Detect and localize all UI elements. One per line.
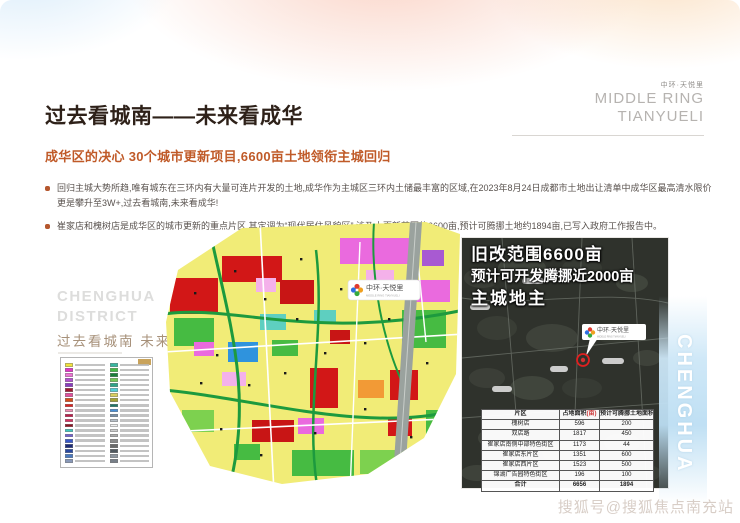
legend-row [110,444,150,448]
renewal-table: 片区占地面积(亩)预计可腾挪土地面积(亩)槐树店596200双店路1817450… [481,409,654,492]
legend-row [110,409,150,413]
headline-line3: 主城地主 [471,287,634,311]
legend-row [65,414,105,418]
legend-row [65,449,105,453]
headline-line1: 旧改范围6600亩 [471,243,634,267]
table-row: 双店路1817450 [482,430,654,440]
legend-row [110,373,150,377]
district-label-line2: DISTRICT [57,307,156,327]
legend-row [65,444,105,448]
brand-name-en-2: TIANYUELI [595,108,704,126]
headline-line2: 预计可开发腾挪近2000亩 [471,267,634,287]
table-row: 崔家店南侧中部特色街区117344 [482,440,654,450]
slide: 过去看城南——未来看成华 中环·天悦里 MIDDLE RING TIANYUEL… [0,0,740,523]
table-row: 崔家店东片区1351600 [482,450,654,460]
legend-row [110,363,150,367]
map-project-marker: 中环·天悦里 MIDDLE RING TIANYUELI [348,280,420,300]
legend-row [65,398,105,402]
brand-logo: 中环·天悦里 MIDDLE RING TIANYUELI [595,80,704,126]
legend-row [65,439,105,443]
legend-row [110,434,150,438]
legend-row [65,404,105,408]
district-label-line1: CHENGHUA [57,287,156,307]
legend-row [65,409,105,413]
legend-row [110,459,150,463]
legend-row [110,378,150,382]
bullet-marker-icon [45,224,50,229]
legend-row [110,449,150,453]
map-marker-sublabel: MIDDLE RING TIANYUELI [366,294,400,298]
bullet-marker-icon [45,186,50,191]
brand-name-en-1: MIDDLE RING [595,90,704,108]
district-label: CHENGHUA DISTRICT [57,287,156,326]
legend-columns [65,363,149,463]
legend-row [65,459,105,463]
satellite-marker-label: 中环·天悦里 [597,326,629,334]
legend-row [65,368,105,372]
legend-row [65,393,105,397]
table-row: 槐树店596200 [482,420,654,430]
legend-row [110,419,150,423]
table-header: 占地面积(亩) [560,410,600,420]
table-row: 合计66561894 [482,481,654,491]
legend-row [110,368,150,372]
satellite-panel: 中环·天悦里 MIDDLE RING TIANYUELI 旧改范围6600亩 预… [462,238,668,488]
bullet-text: 回归主城大势所趋,唯有城东在三环内有大量可连片开发的土地,成华作为主城区三环内土… [57,181,713,212]
legend-row [65,383,105,387]
legend-row [110,439,150,443]
table-row: 锦湖广告园特色街区196100 [482,471,654,481]
bullet-item: 回归主城大势所趋,唯有城东在三环内有大量可连片开发的土地,成华作为主城区三环内土… [45,181,713,212]
brand-name-cn: 中环·天悦里 [595,80,704,90]
table-row: 崔家店西片区1523500 [482,460,654,470]
legend-row [65,454,105,458]
legend-row [65,388,105,392]
satellite-headline: 旧改范围6600亩 预计可开发腾挪近2000亩 主城地主 [471,243,634,311]
table-header: 片区 [482,410,560,420]
legend-row [65,363,105,367]
legend-row [65,424,105,428]
legend-row [65,373,105,377]
legend-row [110,393,150,397]
legend-row [65,434,105,438]
zoning-map-parcels [164,222,464,492]
table-header: 预计可腾挪土地面积(亩) [600,410,654,420]
watermark: 搜狐号@搜狐焦点南充站 [558,496,734,517]
legend-row [65,429,105,433]
section-subtitle: 成华区的决心 30个城市更新项目,6600亩土地领衔主城回归 [45,146,391,165]
legend-row [110,414,150,418]
zoning-map: 中环·天悦里 MIDDLE RING TIANYUELI [164,222,464,492]
side-strip-label: CHENGHUA [672,334,695,474]
legend-row [65,419,105,423]
legend-row [110,454,150,458]
satellite-marker-sublabel: MIDDLE RING TIANYUELI [597,336,626,339]
legend-row [110,404,150,408]
header-divider [512,135,704,136]
legend-row [110,388,150,392]
legend-row [110,424,150,428]
legend-row [110,429,150,433]
legend-row [110,383,150,387]
legend-row [110,398,150,402]
map-legend [60,357,153,468]
legend-row [65,378,105,382]
page-title: 过去看城南——未来看成华 [45,100,303,130]
map-marker-label: 中环·天悦里 [366,283,403,292]
slogan-divider [58,352,122,354]
